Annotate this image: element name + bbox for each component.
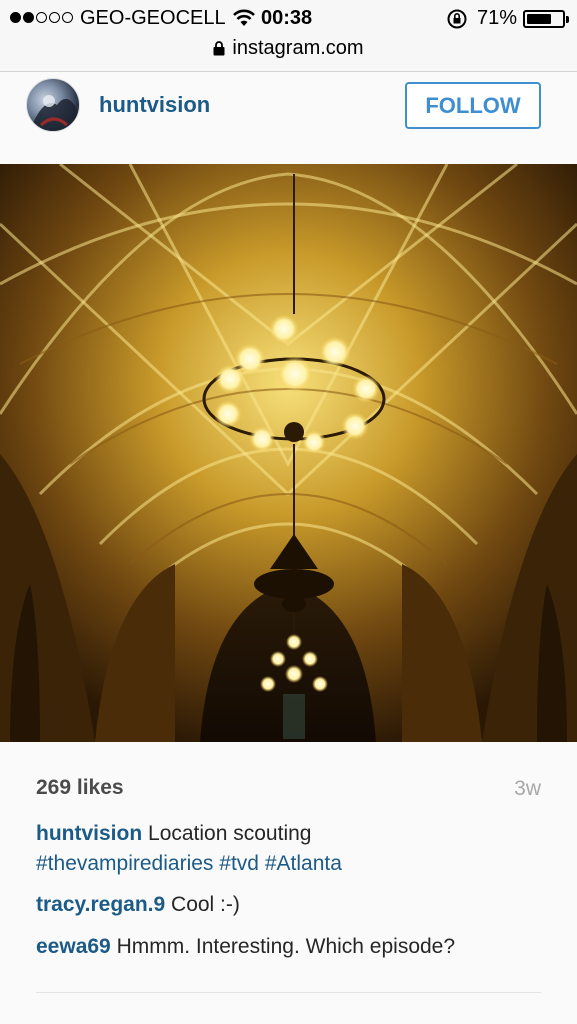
comment: eewa69 Hmmm. Interesting. Which episode? xyxy=(36,935,455,959)
comment-text: Hmmm. Interesting. Which episode? xyxy=(116,935,456,958)
post-age: 3w xyxy=(514,777,541,800)
clock: 00:38 xyxy=(261,7,313,29)
address-bar[interactable]: instagram.com xyxy=(0,37,577,62)
wifi-icon xyxy=(232,8,256,34)
post-caption: huntvision Location scouting #thevampire… xyxy=(36,819,546,879)
caption-text: Location scouting xyxy=(148,822,312,845)
post-username[interactable]: huntvision xyxy=(99,92,210,118)
rotation-lock-icon xyxy=(446,8,468,36)
hashtag[interactable]: #thevampirediaries xyxy=(36,852,213,875)
hashtag[interactable]: #Atlanta xyxy=(265,852,342,875)
battery-percentage: 71% xyxy=(477,7,518,29)
post-header: huntvision FOLLOW xyxy=(0,72,577,164)
comment-text: Cool :-) xyxy=(171,893,240,916)
avatar[interactable] xyxy=(26,78,80,132)
follow-button[interactable]: FOLLOW xyxy=(405,82,541,129)
browser-top-bar: GEO-GEOCELL 00:38 71% instagram.com xyxy=(0,0,577,72)
divider xyxy=(36,992,541,993)
signal-strength-icon xyxy=(10,12,73,23)
comment: tracy.regan.9 Cool :-) xyxy=(36,893,240,917)
padlock-icon xyxy=(213,39,225,62)
post-photo[interactable] xyxy=(0,164,577,742)
comment-author[interactable]: tracy.regan.9 xyxy=(36,893,165,916)
battery-icon xyxy=(523,10,569,28)
status-bar: GEO-GEOCELL 00:38 71% xyxy=(0,7,577,31)
comment-author[interactable]: eewa69 xyxy=(36,935,111,958)
caption-author[interactable]: huntvision xyxy=(36,822,142,845)
url-text: instagram.com xyxy=(232,37,364,59)
hashtag[interactable]: #tvd xyxy=(219,852,259,875)
carrier-name: GEO-GEOCELL xyxy=(80,7,226,29)
like-count[interactable]: 269 likes xyxy=(36,776,124,800)
